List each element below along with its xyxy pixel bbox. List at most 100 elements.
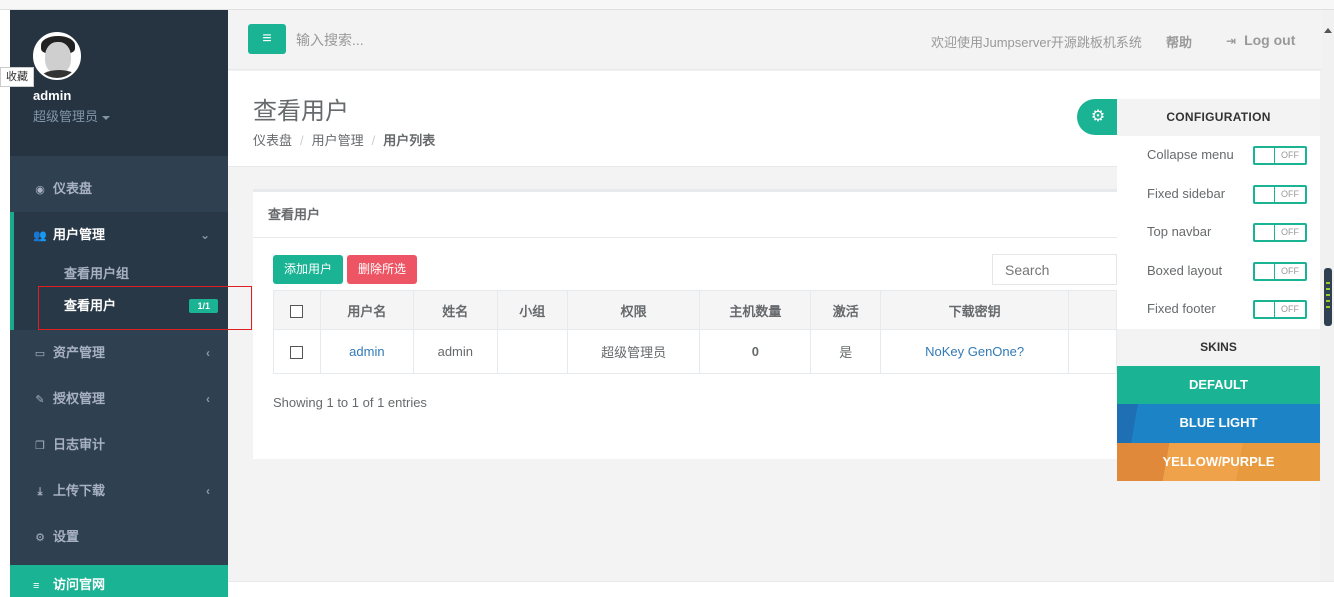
sidebar-item-label: 日志审计: [53, 437, 106, 452]
skins-title: SKINS: [1117, 328, 1320, 366]
config-toggle-button[interactable]: ⚙: [1077, 99, 1119, 135]
config-option-boxed-layout: Boxed layout OFF: [1117, 252, 1320, 291]
sidebar-item-assets[interactable]: ▭ 资产管理 ‹: [10, 330, 228, 376]
cell-hosts: 0: [699, 329, 812, 374]
boxed-layout-toggle[interactable]: OFF: [1253, 261, 1307, 281]
caret-down-icon: [102, 115, 111, 120]
cogs-icon: ⚙: [35, 532, 45, 544]
delete-selected-button[interactable]: 删除所选: [347, 255, 418, 284]
config-option-fixed-footer: Fixed footer OFF: [1117, 290, 1320, 329]
users-icon: 👥: [33, 230, 47, 242]
sidebar-item-user-management[interactable]: 👥 用户管理 ⌄: [14, 212, 228, 258]
logout-link[interactable]: ⇥ Log out: [1226, 32, 1295, 48]
cogs-icon: ⚙: [1090, 108, 1106, 125]
top-navbar-toggle[interactable]: OFF: [1253, 223, 1307, 243]
row-checkbox[interactable]: [290, 346, 304, 360]
cell-username[interactable]: admin: [319, 329, 414, 374]
column-header[interactable]: 激活: [810, 290, 882, 330]
column-header[interactable]: 权限: [566, 290, 701, 330]
column-header: [1068, 290, 1117, 330]
cell-role: 超级管理员: [566, 329, 701, 374]
column-header[interactable]: 主机数量: [699, 290, 812, 330]
breadcrumb: 仪表盘 / 用户管理 / 用户列表: [253, 133, 436, 148]
chevron-left-icon: ‹: [206, 392, 210, 406]
table-header-row: 用户名 姓名 小组 权限 主机数量 激活 下载密钥: [273, 290, 1117, 330]
sidebar-item-label: 访问官网: [53, 577, 106, 592]
chevron-left-icon: ‹: [206, 346, 210, 360]
fixed-footer-toggle[interactable]: OFF: [1253, 300, 1307, 320]
config-option-label: Collapse menu: [1147, 147, 1234, 162]
sidebar-item-label: 设置: [53, 529, 80, 544]
skin-blue-light[interactable]: BLUE LIGHT: [1117, 404, 1320, 443]
sign-out-icon: ⇥: [1226, 34, 1237, 48]
page-title: 查看用户: [253, 98, 349, 125]
column-header[interactable]: 小组: [496, 290, 568, 330]
profile-role-dropdown[interactable]: 超级管理员: [33, 106, 228, 125]
sidebar-item-label: 用户管理: [53, 227, 106, 242]
table-row: admin admin 超级管理员 0 是 NoKey GenOne?: [273, 329, 1117, 374]
cell-actions: [1068, 329, 1117, 374]
add-user-button[interactable]: 添加用户: [273, 255, 344, 284]
sidebar-item-label: 上传下载: [53, 483, 106, 498]
collect-tag[interactable]: 收藏: [0, 67, 34, 87]
breadcrumb-user-list: 用户列表: [383, 133, 436, 148]
toggle-state: OFF: [1281, 265, 1299, 276]
page-scrollbar[interactable]: [1320, 70, 1334, 597]
skin-default[interactable]: DEFAULT: [1117, 365, 1320, 405]
cell-key-link[interactable]: NoKey GenOne?: [880, 329, 1070, 374]
hamburger-icon: ≡: [262, 30, 272, 47]
config-title: CONFIGURATION: [1117, 99, 1320, 136]
sidebar-item-settings[interactable]: ⚙ 设置: [10, 514, 228, 560]
sidebar-item-permissions[interactable]: ✎ 授权管理 ‹: [10, 376, 228, 422]
toggle-state: OFF: [1281, 304, 1299, 315]
column-header[interactable]: 姓名: [412, 290, 498, 330]
welcome-text: 欢迎使用Jumpserver开源跳板机系统: [931, 35, 1142, 50]
profile-username: admin: [33, 88, 72, 103]
help-link[interactable]: 帮助: [1166, 32, 1192, 51]
config-option-top-navbar: Top navbar OFF: [1117, 213, 1320, 252]
config-option-label: Fixed footer: [1147, 301, 1216, 317]
table-search-input[interactable]: [992, 254, 1117, 285]
sidebar-item-label: 授权管理: [53, 391, 106, 406]
scrollbar-up-arrow[interactable]: [1322, 10, 1334, 70]
page-footer: [228, 581, 1334, 597]
dashboard-icon: ◉: [35, 184, 45, 196]
window-left-edge: [0, 10, 10, 597]
select-all-cell: [273, 290, 321, 330]
sidebar-subitem-label: 查看用户组: [64, 266, 130, 281]
config-option-collapse-menu: Collapse menu OFF: [1117, 136, 1320, 175]
config-option-label: Top navbar: [1147, 224, 1212, 240]
row-select-cell: [273, 329, 321, 374]
panel-title: 查看用户: [253, 192, 1117, 238]
sidebar-item-audit[interactable]: ❐ 日志审计: [10, 422, 228, 468]
cell-name: admin: [412, 329, 498, 374]
hdd-icon: ▭: [34, 348, 46, 360]
breadcrumb-user-management[interactable]: 用户管理: [312, 133, 364, 148]
scrollbar-thumb[interactable]: [1324, 268, 1332, 326]
cell-active: 是: [810, 329, 882, 374]
config-option-label: Boxed layout: [1147, 262, 1223, 278]
chevron-left-icon: ‹: [206, 484, 210, 498]
column-header[interactable]: 下载密钥: [880, 290, 1070, 330]
sidebar-item-website[interactable]: ≡ 访问官网: [10, 565, 228, 597]
skin-yellow-purple[interactable]: YELLOW/PURPLE: [1117, 442, 1320, 481]
toggle-state: OFF: [1281, 188, 1299, 199]
sidebar-item-upload-download[interactable]: ⤓ 上传下载 ‹: [10, 468, 228, 514]
users-panel: 查看用户 添加用户 删除所选 用户名 姓名 小组 权限 主机数量 激活 下载密钥…: [253, 189, 1117, 459]
download-icon: ⤓: [37, 486, 43, 498]
breadcrumb-dashboard[interactable]: 仪表盘: [253, 133, 292, 148]
cell-group: [496, 329, 568, 374]
fixed-sidebar-toggle[interactable]: OFF: [1253, 184, 1307, 204]
column-header[interactable]: 用户名: [319, 290, 414, 330]
collapse-menu-toggle[interactable]: OFF: [1253, 146, 1307, 165]
bookmarks-bar: [0, 0, 1334, 10]
database-icon: ≡: [33, 580, 40, 592]
select-all-checkbox[interactable]: [290, 304, 304, 318]
top-search-input[interactable]: [296, 26, 596, 54]
menu-toggle-button[interactable]: ≡: [248, 24, 286, 54]
annotation-highlight-box: [38, 286, 252, 330]
users-table: 用户名 姓名 小组 权限 主机数量 激活 下载密钥 admin admin 超级…: [273, 290, 1117, 374]
sidebar-item-dashboard[interactable]: ◉ 仪表盘: [10, 166, 228, 212]
sidebar-item-label: 仪表盘: [53, 181, 93, 196]
avatar[interactable]: [33, 32, 81, 80]
